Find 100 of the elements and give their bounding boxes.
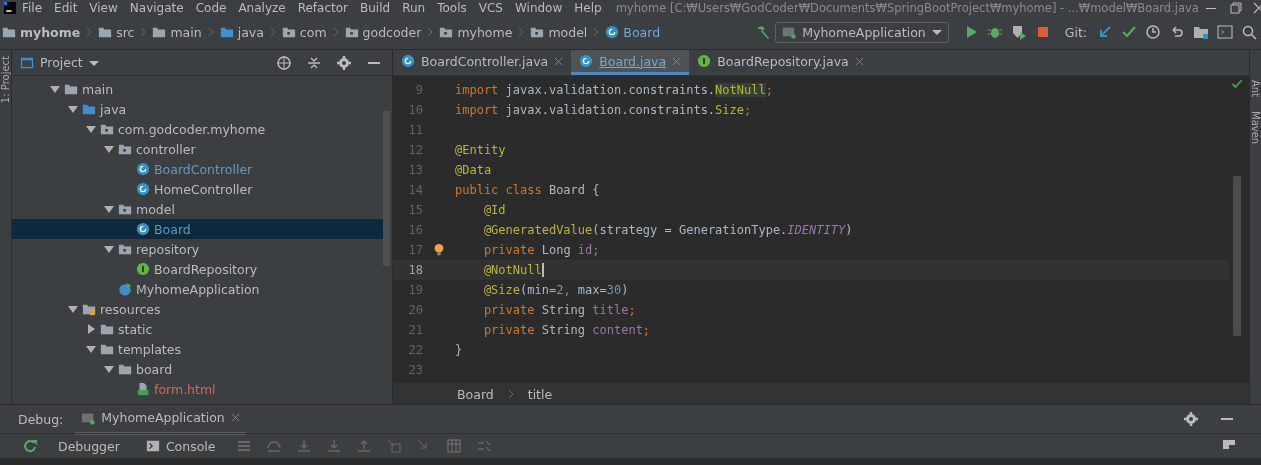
package-icon xyxy=(118,202,132,216)
tree-item[interactable]: resources xyxy=(12,299,384,319)
menu-item[interactable]: Help xyxy=(568,0,608,15)
tree-item[interactable]: controller xyxy=(12,139,384,159)
tree-item[interactable]: MyhomeApplication xyxy=(12,279,384,299)
breadcrumb-item[interactable]: com xyxy=(281,24,327,40)
tree-item[interactable]: repository xyxy=(12,239,384,259)
collapse-arrow-icon[interactable] xyxy=(86,324,96,334)
run-configuration-dropdown[interactable]: MyhomeApplication xyxy=(775,21,949,43)
undo-icon[interactable] xyxy=(1169,24,1185,40)
settings-icon[interactable] xyxy=(1183,411,1199,427)
item-label: controller xyxy=(136,141,196,157)
tree-item[interactable]: com.godcoder.myhome xyxy=(12,119,384,139)
tool-window-button[interactable]: Maven xyxy=(1250,111,1261,145)
crosshair-icon[interactable] xyxy=(276,54,292,71)
item-label: MyhomeApplication xyxy=(136,281,260,297)
chevron-icon xyxy=(518,27,525,37)
menu-item[interactable]: Analyze xyxy=(232,0,292,15)
menu-item[interactable]: VCS xyxy=(472,0,509,15)
tree-item[interactable]: board xyxy=(12,359,384,379)
debug-label: Debug: xyxy=(18,411,64,427)
class-icon xyxy=(136,162,150,176)
item-label: java xyxy=(100,101,127,117)
breadcrumb-item[interactable]: godcoder xyxy=(344,24,422,40)
editor-tab[interactable]: BoardRepository.java xyxy=(689,50,872,75)
code-line: @Id xyxy=(482,203,506,217)
breadcrumb-item[interactable]: myhome xyxy=(439,24,513,40)
settings-icon[interactable] xyxy=(336,54,352,71)
shield-run-icon[interactable] xyxy=(1010,24,1027,40)
search-icon[interactable] xyxy=(1241,24,1257,40)
tree-item[interactable]: Board xyxy=(12,219,384,239)
expand-arrow-icon[interactable] xyxy=(68,304,78,314)
breadcrumb-item[interactable]: title xyxy=(527,386,553,402)
scrollbar-thumb[interactable] xyxy=(383,111,390,266)
menu-item[interactable]: View xyxy=(83,0,124,15)
tool-window-button[interactable]: Ant xyxy=(1250,80,1261,98)
menu-item[interactable]: Navigate xyxy=(123,0,190,15)
editor-tab[interactable]: BoardController.java xyxy=(393,50,572,75)
terminal-icon[interactable] xyxy=(1217,24,1233,40)
tree-item[interactable]: java xyxy=(12,99,384,119)
menu-item[interactable]: Refactor xyxy=(291,0,355,15)
breadcrumb-item[interactable]: java xyxy=(219,24,264,40)
breadcrumb-item[interactable]: Board xyxy=(605,24,661,40)
code-line: @Entity xyxy=(455,143,506,157)
tree-item[interactable]: model xyxy=(12,199,384,219)
breadcrumb-item[interactable]: model xyxy=(530,24,588,40)
line-number: 17 xyxy=(407,243,423,257)
tree-item[interactable]: HomeController xyxy=(12,179,384,199)
menu-item[interactable]: Edit xyxy=(48,0,84,15)
hammer-icon[interactable] xyxy=(755,24,772,40)
item-label: main xyxy=(82,81,114,97)
tree-item[interactable]: templates xyxy=(12,339,384,359)
menu-item[interactable]: Window xyxy=(508,0,569,15)
package-icon xyxy=(100,122,114,136)
menu-item[interactable]: Code xyxy=(189,0,233,15)
package-icon xyxy=(344,25,359,39)
scrollbar-thumb[interactable] xyxy=(1233,176,1241,336)
folder-icon xyxy=(100,322,114,336)
panel-title[interactable]: Project xyxy=(40,55,83,70)
expand-arrow-icon[interactable] xyxy=(104,204,114,214)
debug-tab[interactable]: Console xyxy=(135,438,226,454)
code-line: } xyxy=(455,343,463,357)
line-number: 21 xyxy=(407,323,423,337)
class-icon xyxy=(136,222,150,236)
package-icon xyxy=(118,242,132,256)
chevron-icon xyxy=(269,27,276,37)
menu-item[interactable]: Build xyxy=(354,0,397,15)
project-stripe-button[interactable]: 1: Project xyxy=(0,56,11,104)
breadcrumb-item[interactable]: main xyxy=(152,24,202,40)
code-line: @Data xyxy=(455,163,492,177)
item-label: templates xyxy=(118,341,181,357)
package-icon xyxy=(281,25,296,39)
chevron-icon xyxy=(427,27,434,37)
tree-item[interactable]: BoardController xyxy=(12,159,384,179)
breadcrumb-item[interactable]: src xyxy=(98,24,135,40)
menu-item[interactable]: Run xyxy=(396,0,432,15)
editor-tab[interactable]: Board.java xyxy=(571,50,690,75)
clock-icon[interactable] xyxy=(1145,24,1161,40)
app-logo-icon xyxy=(4,1,16,14)
arrow-icon[interactable] xyxy=(1097,24,1113,40)
tree-item[interactable]: BoardRepository xyxy=(12,259,384,279)
chevron-icon xyxy=(507,389,514,399)
breadcrumb-item[interactable]: Board xyxy=(457,386,494,402)
session-tab[interactable]: MyhomeApplication xyxy=(75,403,246,435)
expand-arrow-icon[interactable] xyxy=(104,244,114,254)
tree-item[interactable]: form.html xyxy=(12,379,384,399)
tree-item[interactable]: static xyxy=(12,319,384,339)
line-number: 10 xyxy=(407,103,423,117)
tree-item[interactable]: main xyxy=(12,79,384,99)
code-line: @Size(min=2, max=30) xyxy=(482,283,629,297)
breadcrumb-item[interactable]: myhome xyxy=(2,24,81,40)
debug-tab[interactable]: Debugger xyxy=(48,438,130,454)
menu-item[interactable]: File xyxy=(16,0,49,15)
menu-item[interactable]: Tools xyxy=(431,0,473,15)
rerun-icon[interactable] xyxy=(22,438,38,454)
folder-grid-icon[interactable] xyxy=(1193,24,1209,40)
close-icon xyxy=(554,56,564,66)
check-icon[interactable] xyxy=(1121,24,1137,40)
application-icon xyxy=(782,25,797,39)
folder-icon xyxy=(100,342,114,356)
